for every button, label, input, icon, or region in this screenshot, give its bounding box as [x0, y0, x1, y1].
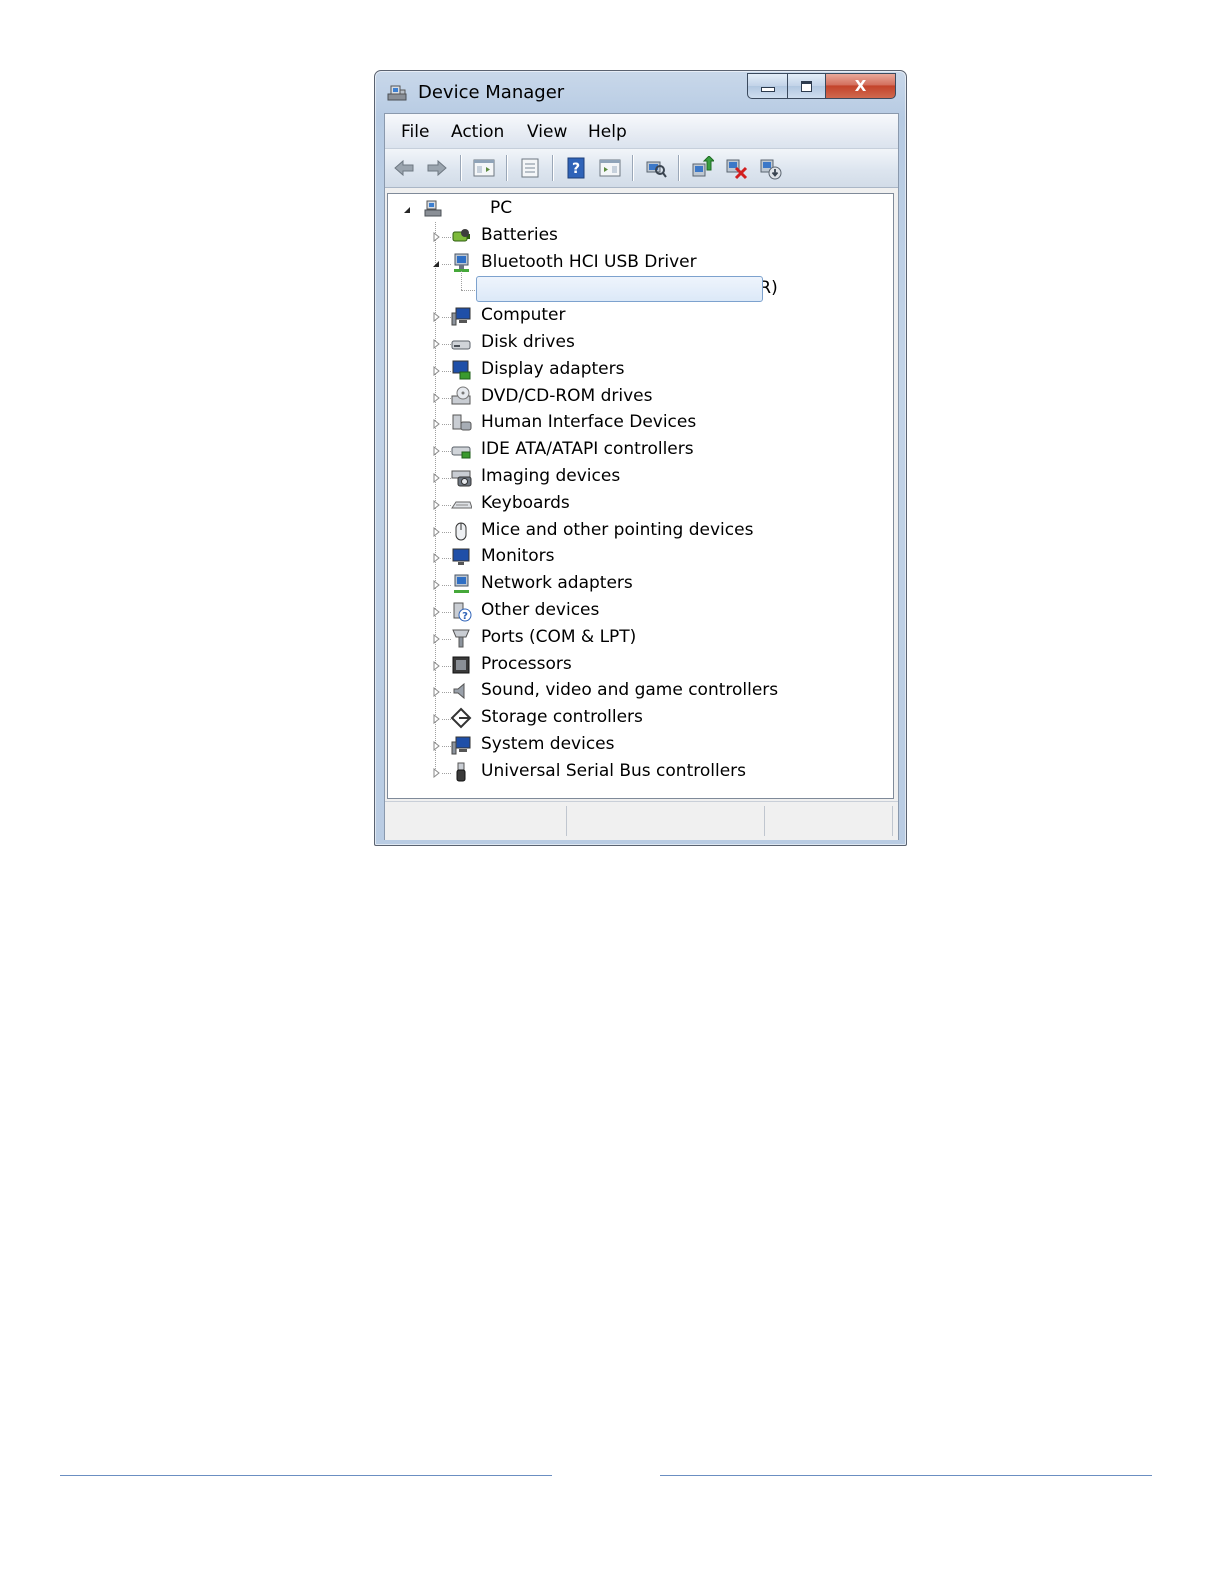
tree-node-label: Monitors: [481, 546, 555, 567]
unknown-device-icon: ?: [453, 602, 472, 622]
hid-icon: [452, 414, 472, 431]
properties-icon[interactable]: [518, 156, 542, 180]
close-button[interactable]: X: [825, 73, 896, 99]
minimize-button[interactable]: [747, 73, 787, 99]
scan-hardware-icon[interactable]: [644, 156, 668, 180]
tree-node-label: Universal Serial Bus controllers: [481, 760, 747, 781]
tree-node-label: Other devices: [481, 600, 600, 620]
status-cell-2: [567, 806, 765, 836]
expand-category-icon[interactable]: [431, 231, 441, 242]
tree-node-label: Display adapters: [481, 358, 625, 379]
expand-category-icon[interactable]: [431, 473, 441, 483]
disk-drive-icon: [451, 340, 471, 350]
device-tree[interactable]: PCBatteriesBluetooth HCI USB DriverBluet…: [387, 193, 894, 799]
device-manager-icon: [387, 85, 407, 101]
tree-node-label: Disk drives: [481, 332, 575, 352]
usb-icon: [456, 762, 466, 782]
window-title: Device Manager: [418, 82, 565, 103]
ide-controller-icon: [451, 446, 471, 459]
pc-icon: [424, 200, 442, 217]
tree-node-label: Keyboards: [481, 492, 570, 513]
status-bar: [385, 801, 898, 840]
show-hide-tree-icon[interactable]: [472, 156, 496, 180]
display-adapter-icon: [452, 360, 471, 380]
network-adapter-icon: [454, 574, 469, 594]
tree-node-label: DVD/CD-ROM drives: [481, 385, 653, 406]
menu-action[interactable]: Action: [451, 122, 504, 142]
tree-node-label: Computer: [481, 305, 566, 326]
expand-category-icon[interactable]: [431, 741, 441, 751]
expand-category-icon[interactable]: [431, 607, 441, 617]
expand-category-icon[interactable]: [431, 714, 441, 725]
expand-category-icon[interactable]: [431, 687, 441, 698]
tree-node-label: Processors: [481, 653, 572, 674]
expand-category-icon[interactable]: [431, 499, 441, 510]
expand-category-icon[interactable]: [431, 526, 441, 537]
minimize-icon: [760, 87, 775, 92]
tree-node-label: IDE ATA/ATAPI controllers: [481, 439, 694, 460]
title-bar[interactable]: Device Manager X: [375, 71, 906, 113]
tree-node-label: Imaging devices: [481, 466, 621, 486]
tree-node-label: Bluetooth HCI USB Driver: [481, 251, 697, 272]
action-pane-icon[interactable]: [598, 156, 622, 180]
svg-text:?: ?: [462, 611, 468, 622]
expand-category-icon[interactable]: [431, 419, 441, 430]
help-icon[interactable]: ?: [564, 156, 588, 180]
keyboard-icon: [451, 501, 472, 509]
expand-category-icon[interactable]: [431, 580, 441, 591]
tree-node-label: Ports (COM & LPT): [481, 626, 637, 647]
status-cell-3: [765, 806, 893, 836]
update-driver-icon[interactable]: [690, 156, 714, 180]
uninstall-icon[interactable]: [724, 156, 748, 180]
menu-help[interactable]: Help: [588, 122, 627, 142]
tree-node-label: Storage controllers: [481, 707, 643, 728]
menu-view[interactable]: View: [527, 122, 567, 142]
port-icon: [452, 629, 470, 648]
system-device-icon: [451, 736, 471, 755]
toolbar: ?: [385, 149, 898, 188]
close-icon: X: [854, 77, 867, 95]
back-icon[interactable]: [392, 156, 416, 180]
tree-node-label: Batteries: [481, 224, 558, 245]
maximize-icon: [801, 80, 812, 92]
battery-icon: [452, 228, 470, 242]
tree-node-label: PC: [490, 198, 513, 218]
tree-node-label: Sound, video and game controllers: [481, 680, 779, 701]
expand-category-icon[interactable]: [431, 446, 441, 457]
forward-icon[interactable]: [425, 156, 449, 180]
expand-category-icon[interactable]: [431, 259, 441, 269]
expand-category-icon[interactable]: [431, 767, 441, 778]
computer-icon: [451, 307, 471, 326]
tree-node-label: System devices: [481, 734, 615, 754]
tree-node-label: Human Interface Devices: [481, 412, 697, 433]
status-cell-1: [385, 806, 567, 836]
expand-category-icon[interactable]: [431, 553, 441, 564]
storage-controller-icon: [450, 707, 472, 729]
device-manager-window: Device Manager X File Action View Help ?…: [374, 70, 907, 846]
menu-file[interactable]: File: [401, 122, 429, 142]
dvd-drive-icon: [451, 386, 471, 405]
client-area: File Action View Help ? PC Batteries Blu…: [384, 113, 899, 840]
speaker-icon: [453, 683, 465, 700]
processor-icon: [452, 656, 470, 674]
camera-icon: [451, 470, 472, 487]
mouse-icon: [455, 522, 467, 541]
menu-bar: File Action View Help: [385, 114, 898, 149]
selection-highlight: [476, 276, 763, 303]
expand-category-icon[interactable]: [431, 312, 441, 323]
maximize-button[interactable]: [787, 73, 825, 99]
tree-node-label: Network adapters: [481, 573, 633, 594]
expand-category-icon[interactable]: [431, 660, 441, 671]
expand-category-icon[interactable]: [431, 633, 441, 644]
svg-text:?: ?: [572, 161, 580, 177]
footer-rule-left: [60, 1475, 552, 1476]
tree-node-label: Mice and other pointing devices: [481, 519, 754, 540]
expand-category-icon[interactable]: [431, 365, 441, 376]
disable-icon[interactable]: [758, 156, 782, 180]
footer-rule-right: [660, 1475, 1152, 1476]
expand-category-icon[interactable]: [431, 392, 441, 403]
expand-root-icon[interactable]: [402, 205, 412, 215]
expand-category-icon[interactable]: [431, 339, 441, 349]
monitor-icon: [452, 548, 470, 566]
